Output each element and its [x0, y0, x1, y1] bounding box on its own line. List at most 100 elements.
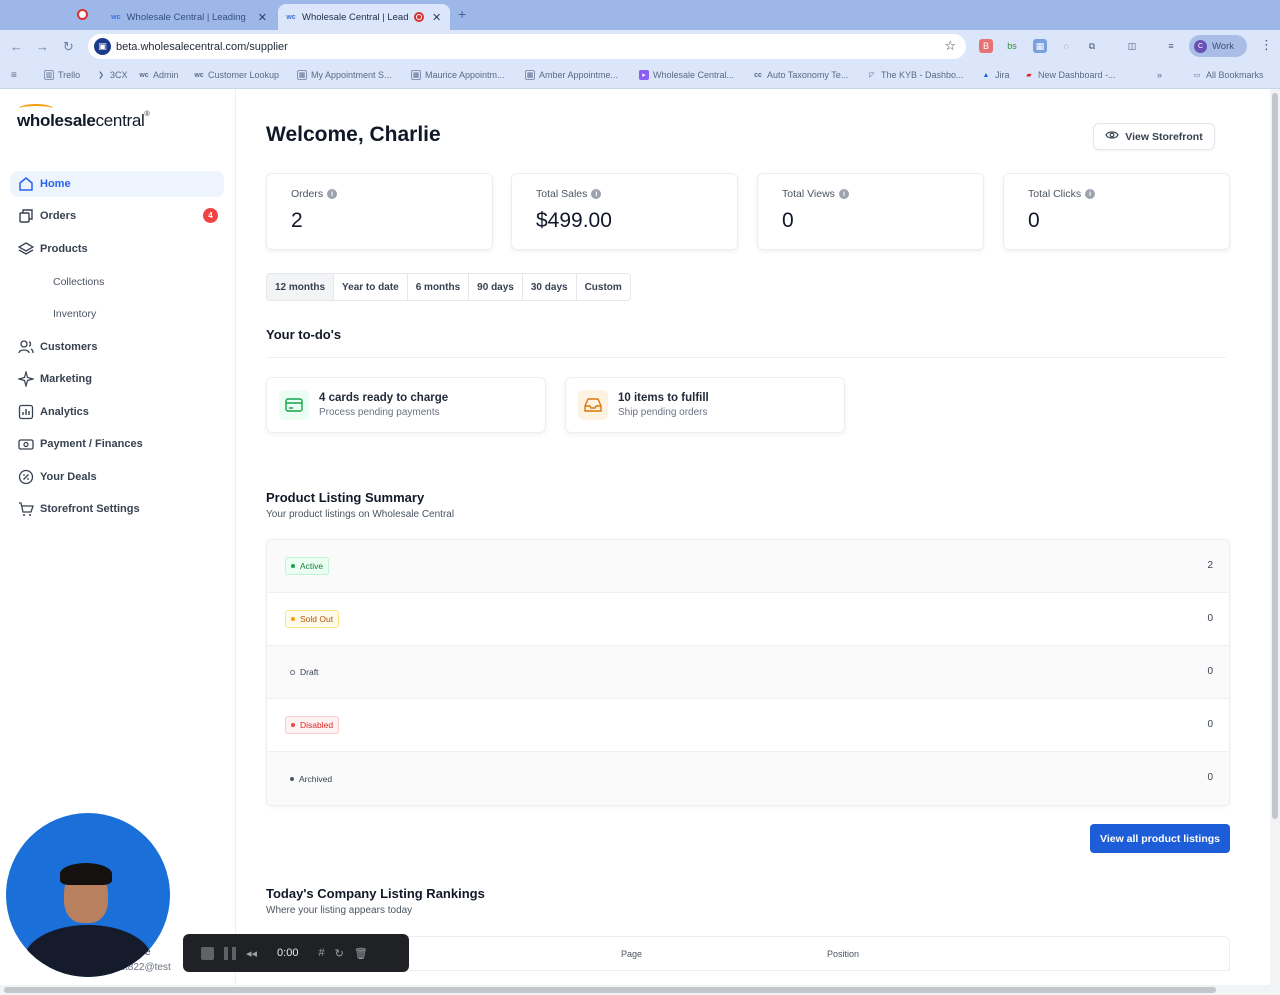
column-header-page[interactable]: Page — [621, 949, 642, 959]
bookmark-star-icon[interactable]: ☆ — [944, 38, 956, 54]
status-count: 0 — [1207, 719, 1213, 730]
folder-icon: ▭ — [1193, 72, 1201, 79]
sidebar-item-your-deals[interactable]: Your Deals — [10, 464, 224, 490]
range-12-months[interactable]: 12 months — [267, 274, 335, 300]
restart-icon[interactable]: ↻ — [335, 947, 344, 960]
new-tab-button[interactable]: + — [458, 6, 466, 22]
sidebar-item-products[interactable]: Products — [10, 236, 224, 262]
forward-icon[interactable]: → — [36, 39, 49, 54]
sparkle-icon — [18, 371, 34, 387]
rewind-icon[interactable]: ◂◂ — [246, 947, 257, 960]
puzzle-icon[interactable]: ⧉ — [1085, 39, 1099, 53]
bookmark-item[interactable]: ▦ My Appointment S... — [297, 70, 392, 80]
summary-row-draft[interactable]: Draft 0 — [267, 646, 1229, 699]
sidebar-item-payment-finances[interactable]: Payment / Finances — [10, 431, 224, 457]
layers-icon — [18, 241, 34, 257]
bookmark-item[interactable]: ◸ The KYB - Dashbo... — [867, 70, 963, 80]
card-icon — [279, 390, 309, 420]
grid-icon[interactable]: # — [318, 947, 324, 959]
logo-smile — [19, 104, 53, 113]
more-bookmarks-icon[interactable]: » — [1157, 70, 1162, 80]
bookmark-item[interactable]: cc Auto Taxonomy Te... — [753, 70, 848, 80]
listing-summary-heading: Product Listing Summary — [266, 490, 425, 505]
summary-row-active[interactable]: Active 2 — [267, 540, 1229, 593]
range-year-to-date[interactable]: Year to date — [334, 274, 408, 300]
divider — [266, 357, 1226, 358]
webcam-bubble[interactable] — [6, 813, 170, 977]
sidebar-item-collections[interactable]: Collections — [10, 269, 224, 295]
stat-card-total-clicks: Total Clicks i 0 — [1003, 173, 1230, 250]
browser-tab[interactable]: wc Wholesale Central | Leading ✕ — [103, 4, 275, 30]
sidebar-item-orders[interactable]: Orders 4 — [10, 203, 224, 229]
bookmark-item[interactable]: wc Admin — [139, 70, 178, 80]
bookmark-item[interactable]: ▲ Jira — [981, 70, 1010, 80]
browser-tab-bar: wc Wholesale Central | Leading ✕ wc Whol… — [0, 0, 1280, 30]
bookmark-item[interactable]: ▸ Wholesale Central... — [639, 70, 734, 80]
bookmark-item[interactable]: ▦ Amber Appointme... — [525, 70, 618, 80]
menu-lines-icon[interactable]: ≡ — [1164, 39, 1178, 53]
dashboard-icon: ▰ — [1026, 72, 1032, 79]
range-30-days[interactable]: 30 days — [523, 274, 577, 300]
orders-count-badge: 4 — [203, 208, 218, 223]
stop-icon[interactable] — [201, 946, 214, 960]
avatar: C — [1194, 39, 1207, 53]
todo-card-fulfill[interactable]: 10 items to fulfill Ship pending orders — [565, 377, 845, 433]
todo-card-charge[interactable]: 4 cards ready to charge Process pending … — [266, 377, 546, 433]
site-info-icon[interactable]: ▣ — [94, 38, 111, 55]
horizontal-scrollbar[interactable] — [0, 985, 1270, 995]
range-90-days[interactable]: 90 days — [469, 274, 523, 300]
info-icon[interactable]: i — [327, 189, 338, 199]
extension-icon[interactable]: B — [979, 39, 993, 53]
range-custom[interactable]: Custom — [577, 274, 630, 300]
logo[interactable]: wholesalecentral® — [17, 104, 150, 131]
status-badge: Sold Out — [285, 610, 340, 628]
info-icon[interactable]: i — [1085, 189, 1096, 199]
extension-icon[interactable]: bs — [1005, 39, 1019, 53]
3cx-icon: ❯ — [98, 72, 104, 79]
recording-icon — [77, 9, 88, 20]
view-storefront-button[interactable]: View Storefront — [1093, 123, 1215, 150]
extension-icon[interactable]: ▦ — [1033, 39, 1047, 53]
view-all-listings-button[interactable]: View all product listings — [1090, 824, 1230, 853]
close-tab-icon[interactable]: ✕ — [258, 11, 267, 24]
bookmark-item[interactable]: ▥ Trello — [44, 70, 80, 80]
browser-tab-active[interactable]: wc Wholesale Central | Leadi ✕ — [278, 4, 450, 30]
trash-icon[interactable]: 🗑 — [354, 947, 368, 960]
bookmark-item[interactable]: wc Customer Lookup — [194, 70, 279, 80]
bookmark-item[interactable]: ▦ Maurice Appointm... — [411, 70, 505, 80]
back-icon[interactable]: ← — [10, 39, 23, 54]
close-tab-icon[interactable]: ✕ — [432, 11, 441, 24]
sidebar-item-storefront-settings[interactable]: Storefront Settings — [10, 496, 224, 522]
apps-icon[interactable]: ⊞ — [9, 70, 19, 80]
summary-row-disabled[interactable]: Disabled 0 — [267, 699, 1229, 752]
info-icon[interactable]: i — [591, 189, 602, 199]
column-header-position[interactable]: Position — [827, 949, 859, 959]
users-icon — [18, 339, 34, 355]
bookmark-item[interactable]: ❯ 3CX — [96, 70, 127, 80]
range-6-months[interactable]: 6 months — [408, 274, 470, 300]
date-range-selector: 12 months Year to date 6 months 90 days … — [266, 273, 631, 301]
more-menu-icon[interactable]: ⋮ — [1260, 37, 1273, 53]
summary-row-sold-out[interactable]: Sold Out 0 — [267, 593, 1229, 646]
sidepanel-icon[interactable]: ◫ — [1125, 39, 1139, 53]
jira-icon: ▲ — [982, 71, 990, 79]
profile-button[interactable]: C Work — [1189, 35, 1247, 57]
extension-icon[interactable]: ◌ — [1059, 39, 1073, 53]
status-count: 0 — [1207, 613, 1213, 624]
reload-icon[interactable]: ↻ — [63, 39, 74, 55]
status-count: 0 — [1207, 772, 1213, 783]
vertical-scrollbar[interactable] — [1270, 89, 1280, 995]
pause-icon[interactable] — [224, 946, 236, 960]
sidebar-item-inventory[interactable]: Inventory — [10, 301, 224, 327]
bookmark-item[interactable]: ▰ New Dashboard -... — [1024, 70, 1115, 80]
home-icon — [18, 176, 34, 192]
sidebar-item-customers[interactable]: Customers — [10, 334, 224, 360]
all-bookmarks[interactable]: ▭ All Bookmarks — [1192, 70, 1264, 80]
status-badge: Draft — [285, 664, 323, 680]
info-icon[interactable]: i — [838, 189, 849, 199]
url-input[interactable]: ▣ beta.wholesalecentral.com/supplier ☆ — [88, 34, 966, 59]
sidebar-item-marketing[interactable]: Marketing — [10, 366, 224, 392]
sidebar-item-home[interactable]: Home — [10, 171, 224, 197]
summary-row-archived[interactable]: Archived 0 — [267, 752, 1229, 805]
sidebar-item-analytics[interactable]: Analytics — [10, 399, 224, 425]
